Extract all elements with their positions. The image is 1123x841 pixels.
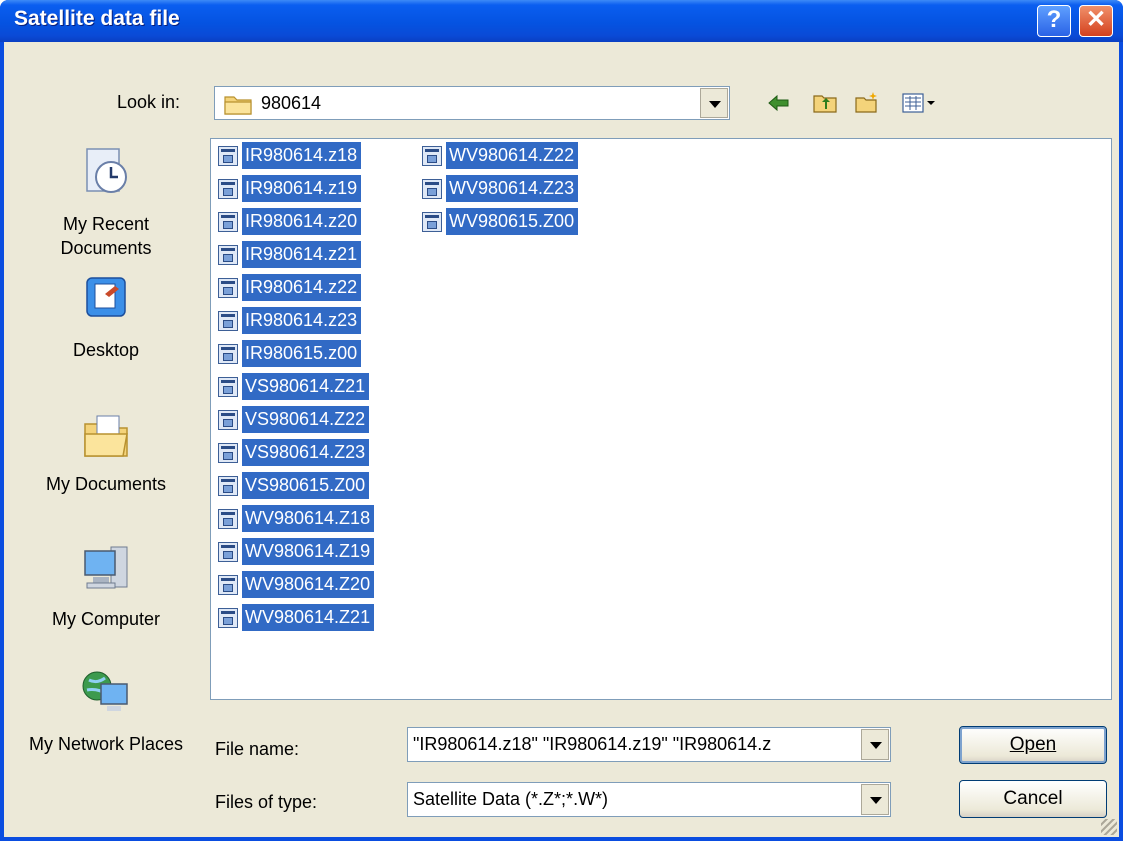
dialog-body: Look in: 980614 My Recent Documents Desk… [4, 42, 1119, 837]
data-file-icon [218, 443, 238, 463]
data-file-icon [218, 608, 238, 628]
place-network-places[interactable]: My Network Places [16, 652, 196, 792]
view-menu-icon[interactable] [901, 90, 941, 116]
folder-icon [224, 96, 252, 115]
file-item-name: IR980614.z23 [242, 307, 362, 334]
file-item-name: VS980615.Z00 [242, 472, 370, 499]
place-recent-documents[interactable]: My Recent Documents [16, 137, 196, 267]
new-folder-icon[interactable] [854, 90, 880, 116]
look-in-value: 980614 [261, 93, 322, 113]
look-in-label: Look in: [117, 92, 181, 112]
resize-grip[interactable] [1101, 819, 1117, 835]
my-documents-icon [84, 415, 128, 457]
file-item-name: IR980614.z18 [242, 142, 362, 169]
place-label: My Documents [45, 474, 167, 494]
cancel-button[interactable]: Cancel [959, 780, 1107, 818]
file-item-name: WV980614.Z19 [242, 538, 375, 565]
file-name-label: File name: [215, 739, 300, 759]
place-my-computer[interactable]: My Computer [16, 527, 196, 647]
file-type-dropdown-arrow[interactable] [861, 784, 889, 815]
open-button[interactable]: Open [959, 726, 1107, 764]
file-item-name: WV980614.Z20 [242, 571, 375, 598]
data-file-icon [218, 212, 238, 232]
file-list[interactable]: IR980614.z18 IR980614.z19 IR980614.z20 IR98… [210, 138, 1112, 700]
data-file-icon [218, 575, 238, 595]
data-file-icon [422, 212, 442, 232]
back-icon[interactable] [766, 90, 792, 116]
file-item-name: VS980614.Z21 [242, 373, 370, 400]
desktop-icon [86, 277, 126, 317]
look-in-dropdown-arrow[interactable] [700, 88, 728, 118]
file-item-name: WV980614.Z23 [446, 175, 579, 202]
dialog-window: Satellite data file ? ✕ Look in: 980614 [0, 0, 1123, 841]
file-item-name: IR980614.z22 [242, 274, 362, 301]
file-name-value: "IR980614.z18" "IR980614.z19" "IR980614.… [413, 734, 772, 754]
file-item-name: WV980614.Z18 [242, 505, 375, 532]
look-in-dropdown[interactable]: 980614 [214, 86, 730, 120]
data-file-icon [218, 377, 238, 397]
up-folder-icon[interactable] [812, 90, 838, 116]
file-name-input[interactable]: "IR980614.z18" "IR980614.z19" "IR980614.… [407, 727, 891, 762]
data-file-icon [218, 146, 238, 166]
file-name-dropdown-arrow[interactable] [861, 729, 889, 760]
place-label: My Network Places [28, 734, 184, 754]
file-item-name: IR980615.z00 [242, 340, 362, 367]
file-item-name: VS980614.Z22 [242, 406, 370, 433]
data-file-icon [218, 245, 238, 265]
place-desktop[interactable]: Desktop [16, 272, 196, 372]
help-button[interactable]: ? [1037, 5, 1071, 37]
file-item-name: IR980614.z19 [242, 175, 362, 202]
close-button[interactable]: ✕ [1079, 5, 1113, 37]
title-bar[interactable]: Satellite data file ? ✕ [0, 0, 1123, 42]
data-file-icon [218, 179, 238, 199]
network-places-icon [82, 671, 128, 711]
place-label: Desktop [72, 340, 140, 360]
file-item-name: WV980615.Z00 [446, 208, 579, 235]
data-file-icon [218, 278, 238, 298]
my-computer-icon [84, 546, 128, 589]
data-file-icon [218, 476, 238, 496]
place-label: My Recent Documents [60, 214, 152, 258]
file-type-label: Files of type: [215, 792, 318, 812]
data-file-icon [218, 509, 238, 529]
open-button-label: Open [1009, 734, 1057, 755]
data-file-icon [422, 179, 442, 199]
file-item-name: VS980614.Z23 [242, 439, 370, 466]
file-item-name: WV980614.Z22 [446, 142, 579, 169]
place-my-documents[interactable]: My Documents [16, 402, 196, 522]
data-file-icon [218, 311, 238, 331]
file-item-name: IR980614.z21 [242, 241, 362, 268]
data-file-icon [422, 146, 442, 166]
places-bar: My Recent Documents Desktop My Documents [16, 137, 196, 827]
file-item-name: WV980614.Z21 [242, 604, 375, 631]
file-item-name: IR980614.z20 [242, 208, 362, 235]
recent-documents-icon [86, 148, 127, 193]
data-file-icon [218, 410, 238, 430]
file-type-value: Satellite Data (*.Z*;*.W*) [413, 789, 609, 809]
file-type-dropdown[interactable]: Satellite Data (*.Z*;*.W*) [407, 782, 891, 817]
dialog-title: Satellite data file [14, 7, 180, 30]
place-label: My Computer [51, 609, 161, 629]
data-file-icon [218, 344, 238, 364]
data-file-icon [218, 542, 238, 562]
